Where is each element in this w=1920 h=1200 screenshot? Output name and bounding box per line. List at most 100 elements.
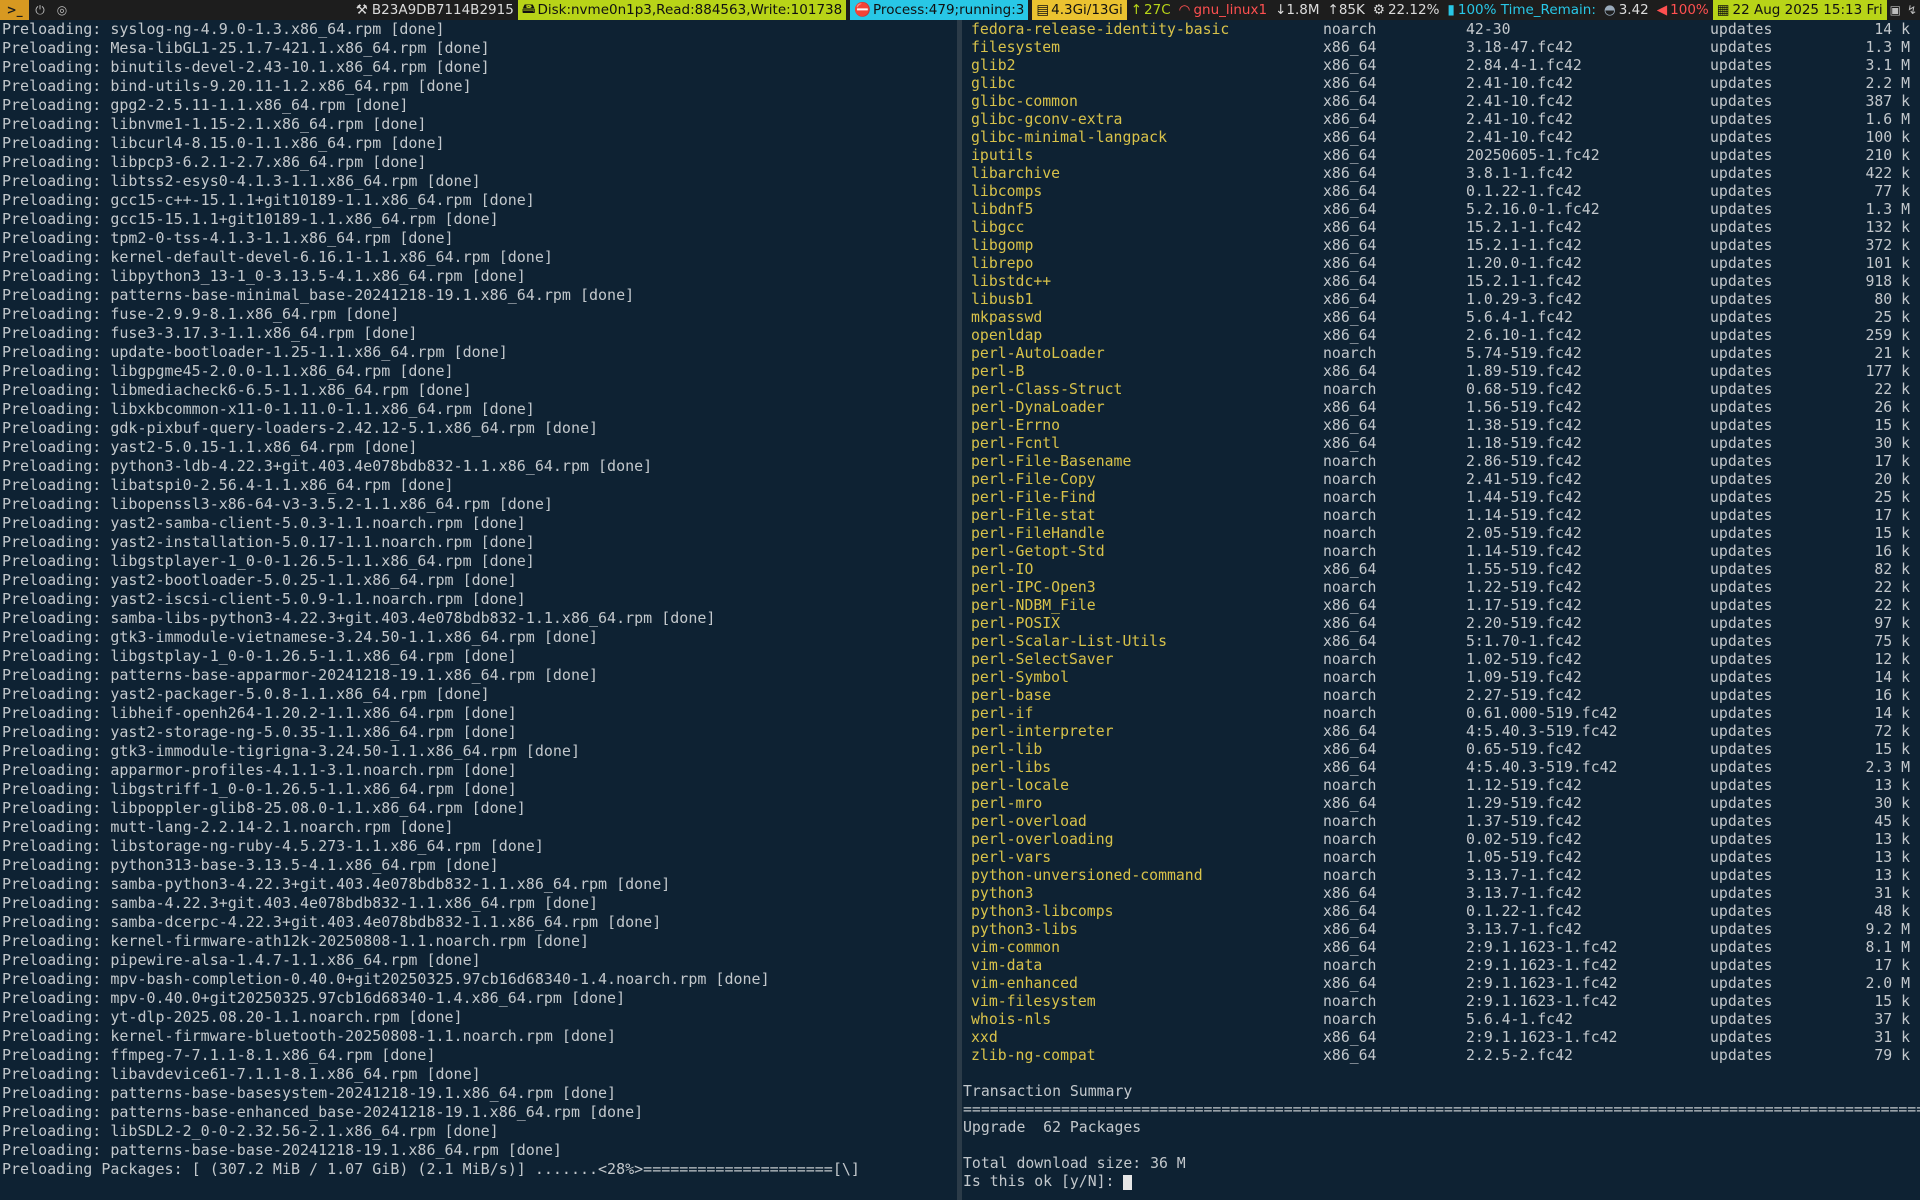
package-size: 15 k <box>1874 417 1910 434</box>
package-arch: x86_64 <box>1323 363 1377 380</box>
package-arch: noarch <box>1323 579 1377 596</box>
screenshot-icon[interactable]: ▣ <box>1887 0 1904 20</box>
package-arch: x86_64 <box>1323 417 1377 434</box>
power-icon[interactable]: ⏻ <box>29 0 51 20</box>
confirm-prompt-line[interactable]: Is this ok [y/N]: <box>962 1173 1920 1191</box>
package-version: 5:1.70-1.fc42 <box>1466 633 1582 650</box>
package-version: 15.2.1-1.fc42 <box>1466 219 1582 236</box>
terminal-right[interactable]: fedora-release-identity-basic noarch 42-30… <box>962 20 1920 1200</box>
log-line: Preloading: libxkbcommon-x11-0-1.11.0-1.… <box>2 400 535 418</box>
package-name: python3-libcomps <box>971 903 1114 920</box>
table-row: perl-B x86_64 1.89-519.fc42 updates 177 k <box>962 363 1920 381</box>
package-repo: updates <box>1710 975 1773 992</box>
log-line: Preloading: mpv-bash-completion-0.40.0+g… <box>2 970 770 988</box>
table-row: libgomp x86_64 15.2.1-1.fc42 updates 372 k <box>962 237 1920 255</box>
package-version: 2:9.1.1623-1.fc42 <box>1466 1029 1618 1046</box>
log-line: Preloading: libopenssl3-x86-64-v3-3.5.2-… <box>2 495 553 513</box>
wifi-icon: ◠ <box>1178 2 1191 18</box>
package-size: 13 k <box>1874 777 1910 794</box>
package-repo: updates <box>1710 957 1773 974</box>
package-repo: updates <box>1710 309 1773 326</box>
package-name: perl-File-stat <box>971 507 1096 524</box>
log-line: Preloading: gpg2-2.5.11-1.1.x86_64.rpm [… <box>2 96 409 114</box>
package-arch: x86_64 <box>1323 633 1377 650</box>
package-name: openldap <box>971 327 1043 344</box>
package-arch: noarch <box>1323 687 1377 704</box>
package-name: perl-Class-Struct <box>971 381 1123 398</box>
package-arch: noarch <box>1323 453 1377 470</box>
package-version: 1.89-519.fc42 <box>1466 363 1582 380</box>
table-row: perl-SelectSaver noarch 1.02-519.fc42 updat… <box>962 651 1920 669</box>
log-line: Preloading: libgstplayer-1_0-0-1.26.5-1.… <box>2 552 535 570</box>
terminal-workspace-button[interactable]: >_ <box>0 0 30 20</box>
cpu-usage: ⚙ 22.12% <box>1369 0 1444 20</box>
package-version: 1.20.0-1.fc42 <box>1466 255 1582 272</box>
package-name: xxd <box>971 1029 998 1046</box>
clock[interactable]: ▦ 22 Aug 2025 15:13 Fri <box>1712 0 1887 20</box>
log-line: Preloading: patterns-base-enhanced_base-… <box>2 1103 644 1121</box>
package-arch: x86_64 <box>1323 219 1377 236</box>
package-version: 3.18-47.fc42 <box>1466 39 1573 56</box>
log-line: Preloading: samba-python3-4.22.3+git.403… <box>2 875 671 893</box>
terminal-left[interactable]: Preloading: syslog-ng-4.9.0-1.3.x86_64.r… <box>0 20 957 1200</box>
log-line: Preloading: mutt-lang-2.2.14-2.1.noarch.… <box>2 818 454 836</box>
network[interactable]: ◠ gnu_linux1 <box>1175 0 1271 20</box>
cpu-text: 22.12% <box>1387 2 1440 18</box>
table-row: perl-IO x86_64 1.55-519.fc42 updates 82 k <box>962 561 1920 579</box>
package-size: 918 k <box>1865 273 1910 290</box>
package-size: 8.1 M <box>1865 939 1910 956</box>
package-arch: x86_64 <box>1323 795 1377 812</box>
volume[interactable]: ◀ 100% <box>1653 0 1713 20</box>
package-repo: updates <box>1710 381 1773 398</box>
log-line: Preloading: tpm2-0-tss-4.1.3-1.1.x86_64.… <box>2 229 454 247</box>
host-id-text: B23A9DB7114B2915 <box>371 2 514 18</box>
package-arch: noarch <box>1323 21 1377 38</box>
package-arch: x86_64 <box>1323 291 1377 308</box>
package-repo: updates <box>1710 273 1773 290</box>
package-size: 13 k <box>1874 831 1910 848</box>
package-size: 1.3 M <box>1865 201 1910 218</box>
preload-progress: Preloading Packages: [ (307.2 MiB / 1.07… <box>2 1160 860 1178</box>
package-repo: updates <box>1710 75 1773 92</box>
package-arch: x86_64 <box>1323 309 1377 326</box>
preload-log: Preloading: syslog-ng-4.9.0-1.3.x86_64.r… <box>0 20 957 1160</box>
package-repo: updates <box>1710 165 1773 182</box>
package-name: librepo <box>971 255 1034 272</box>
package-size: 26 k <box>1874 399 1910 416</box>
package-size: 387 k <box>1865 93 1910 110</box>
disk-icon: 🖴 <box>521 0 536 17</box>
package-version: 1.56-519.fc42 <box>1466 399 1582 416</box>
package-arch: noarch <box>1323 849 1377 866</box>
tray-icon[interactable]: ↯ <box>1904 0 1920 20</box>
package-repo: updates <box>1710 1029 1773 1046</box>
summary-separator: ========================================… <box>963 1101 1920 1118</box>
package-size: 17 k <box>1874 507 1910 524</box>
load-average: ◓ 3.42 <box>1600 0 1653 20</box>
package-repo: updates <box>1710 57 1773 74</box>
log-line: Preloading: fuse3-3.17.3-1.1.x86_64.rpm … <box>2 324 418 342</box>
package-version: 1.17-519.fc42 <box>1466 597 1582 614</box>
package-size: 37 k <box>1874 1011 1910 1028</box>
package-version: 1.05-519.fc42 <box>1466 849 1582 866</box>
package-table: fedora-release-identity-basic noarch 42-30… <box>962 21 1920 1065</box>
table-row: vim-filesystem noarch 2:9.1.1623-1.fc42 upd… <box>962 993 1920 1011</box>
log-line: Preloading: yast2-bootloader-5.0.25-1.1.… <box>2 571 517 589</box>
package-size: 14 k <box>1874 21 1910 38</box>
package-name: perl-overload <box>971 813 1087 830</box>
package-name: perl-Errno <box>971 417 1061 434</box>
package-name: vim-common <box>971 939 1061 956</box>
summary-title: Transaction Summary <box>963 1083 1133 1100</box>
log-line: Preloading: samba-4.22.3+git.403.4e078bd… <box>2 894 599 912</box>
package-size: 210 k <box>1865 147 1910 164</box>
package-name: perl-if <box>971 705 1034 722</box>
log-line: Preloading: fuse-2.9.9-8.1.x86_64.rpm [d… <box>2 305 400 323</box>
package-arch: x86_64 <box>1323 1047 1377 1064</box>
package-version: 1.14-519.fc42 <box>1466 507 1582 524</box>
package-name: libcomps <box>971 183 1043 200</box>
log-line: Preloading: ffmpeg-7-7.1.1-8.1.x86_64.rp… <box>2 1046 436 1064</box>
package-size: 25 k <box>1874 309 1910 326</box>
log-line: Preloading: kernel-default-devel-6.16.1-… <box>2 248 553 266</box>
firefox-icon[interactable]: ◎ <box>51 0 73 20</box>
package-repo: updates <box>1710 1011 1773 1028</box>
package-arch: noarch <box>1323 489 1377 506</box>
